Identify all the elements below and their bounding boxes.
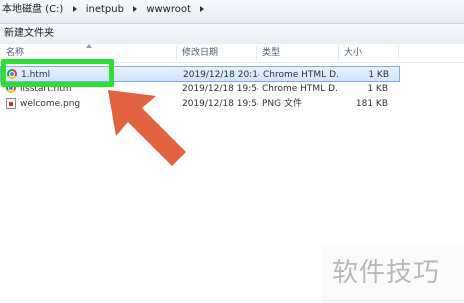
arrow-up-left-icon xyxy=(108,90,186,166)
file-row-welcome-png[interactable]: welcome.png 2019/12/18 19:54 PNG 文件 181 … xyxy=(0,96,400,112)
breadcrumb-item-local-disk[interactable]: 本地磁盘 (C:) xyxy=(2,0,63,20)
file-size: 181 KB xyxy=(355,99,388,109)
png-file-icon xyxy=(6,98,16,109)
new-folder-button[interactable]: 新建文件夹 xyxy=(4,24,54,44)
breadcrumb-separator-icon[interactable] xyxy=(133,5,138,12)
file-modified: 2019/12/18 19:54 xyxy=(182,99,258,109)
column-divider[interactable] xyxy=(338,46,339,60)
file-modified: 2019/12/18 19:54 xyxy=(182,84,258,94)
watermark-text: 软件技巧 xyxy=(332,258,441,288)
breadcrumb-separator-icon[interactable] xyxy=(200,5,205,12)
highlight-box xyxy=(1,59,114,87)
divider xyxy=(0,300,464,301)
breadcrumb-item-inetpub[interactable]: inetpub xyxy=(86,0,124,20)
column-divider[interactable] xyxy=(176,46,177,60)
column-header-modified[interactable]: 修改日期 xyxy=(182,46,218,60)
file-size: 1 KB xyxy=(367,84,388,94)
breadcrumb-separator-icon[interactable] xyxy=(72,5,77,12)
breadcrumb-item-wwwroot[interactable]: wwwroot xyxy=(146,0,191,20)
toolbar: 新建文件夹 xyxy=(0,24,464,44)
breadcrumb: 本地磁盘 (C:) inetpub wwwroot xyxy=(0,0,464,24)
column-header-name[interactable]: 名称 xyxy=(6,46,24,60)
column-header-size[interactable]: 大小 xyxy=(344,46,362,60)
file-type: PNG 文件 xyxy=(262,99,302,109)
file-type: Chrome HTML D... xyxy=(262,84,338,94)
column-divider[interactable] xyxy=(398,46,399,60)
sort-ascending-icon xyxy=(86,44,92,48)
column-header-type[interactable]: 类型 xyxy=(262,46,280,60)
column-divider[interactable] xyxy=(256,46,257,60)
